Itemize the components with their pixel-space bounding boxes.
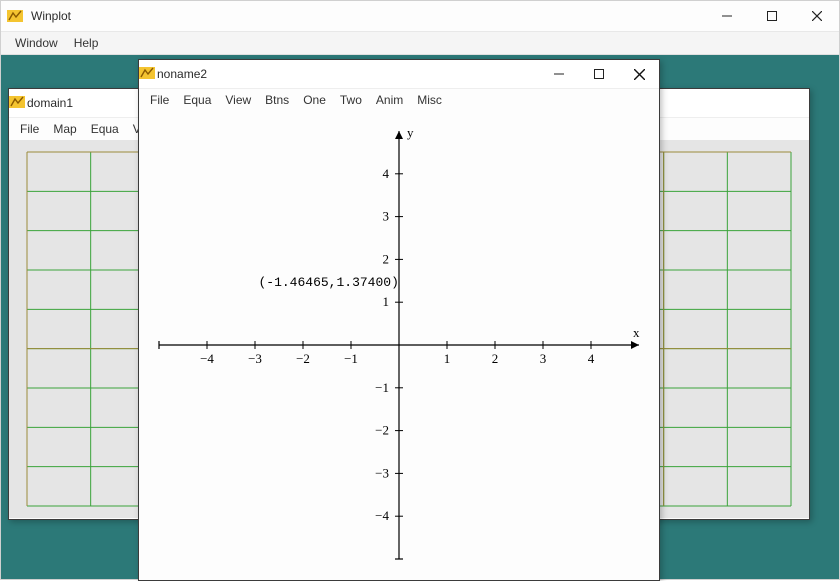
svg-text:3: 3 [540, 351, 547, 366]
plot-menu-anim[interactable]: Anim [369, 91, 410, 109]
plot-menubar: File Equa View Btns One Two Anim Misc [139, 89, 659, 111]
main-maximize-button[interactable] [749, 1, 794, 31]
svg-text:−2: −2 [296, 351, 310, 366]
plot-menu-view[interactable]: View [218, 91, 258, 109]
maximize-icon [594, 69, 604, 79]
plot-title: noname2 [155, 67, 207, 81]
plot-maximize-button[interactable] [579, 59, 619, 89]
svg-text:4: 4 [588, 351, 595, 366]
menu-window[interactable]: Window [7, 34, 66, 52]
menu-help[interactable]: Help [66, 34, 107, 52]
maximize-icon [767, 11, 777, 21]
plot-menu-two[interactable]: Two [333, 91, 369, 109]
domain-app-icon [9, 94, 25, 113]
svg-text:−3: −3 [248, 351, 262, 366]
plot-close-button[interactable] [619, 59, 659, 89]
plot-area[interactable]: x y −4 −3 −2 −1 1 2 3 4 −4 −3 −2 −1 1 2 3 4 (-1.46465,1.37… [139, 111, 659, 579]
app-window: Winplot Window Help domain1 File Map Equ… [0, 0, 840, 580]
svg-text:−4: −4 [375, 508, 389, 523]
main-close-button[interactable] [794, 1, 839, 31]
svg-text:1: 1 [444, 351, 451, 366]
plot-window[interactable]: noname2 File Equa View Btns One Two Anim… [138, 59, 660, 581]
plot-menu-file[interactable]: File [143, 91, 176, 109]
plot-menu-one[interactable]: One [296, 91, 333, 109]
main-minimize-button[interactable] [704, 1, 749, 31]
plot-app-icon [139, 65, 155, 84]
app-icon [1, 8, 29, 24]
main-titlebar[interactable]: Winplot [1, 1, 839, 32]
main-title: Winplot [29, 9, 71, 23]
close-icon [634, 69, 645, 80]
domain-menu-file[interactable]: File [13, 120, 46, 138]
domain-menu-map[interactable]: Map [46, 120, 83, 138]
axes-plot: x y −4 −3 −2 −1 1 2 3 4 −4 −3 −2 −1 1 2 3 4 (-1.46465,1.37… [139, 111, 659, 579]
plot-minimize-button[interactable] [539, 59, 579, 89]
svg-text:−2: −2 [375, 423, 389, 438]
svg-text:2: 2 [383, 251, 390, 266]
plot-menu-equa[interactable]: Equa [176, 91, 218, 109]
domain-title: domain1 [25, 96, 73, 110]
minimize-icon [722, 11, 732, 21]
svg-text:−3: −3 [375, 465, 389, 480]
svg-text:y: y [407, 125, 414, 140]
svg-text:x: x [633, 325, 640, 340]
svg-text:3: 3 [383, 209, 390, 224]
close-icon [812, 11, 822, 21]
svg-text:2: 2 [492, 351, 499, 366]
plot-menu-misc[interactable]: Misc [410, 91, 449, 109]
svg-text:1: 1 [383, 294, 390, 309]
mdi-client-area: domain1 File Map Equa V noname2 [1, 53, 839, 579]
domain-menu-equa[interactable]: Equa [84, 120, 126, 138]
plot-titlebar[interactable]: noname2 [139, 60, 659, 89]
plot-menu-btns[interactable]: Btns [258, 91, 296, 109]
main-menubar: Window Help [1, 32, 839, 55]
svg-text:−1: −1 [375, 380, 389, 395]
svg-text:−1: −1 [344, 351, 358, 366]
minimize-icon [554, 69, 564, 79]
svg-text:4: 4 [383, 166, 390, 181]
svg-text:−4: −4 [200, 351, 214, 366]
svg-text:(-1.46465,1.37400): (-1.46465,1.37400) [258, 275, 398, 290]
